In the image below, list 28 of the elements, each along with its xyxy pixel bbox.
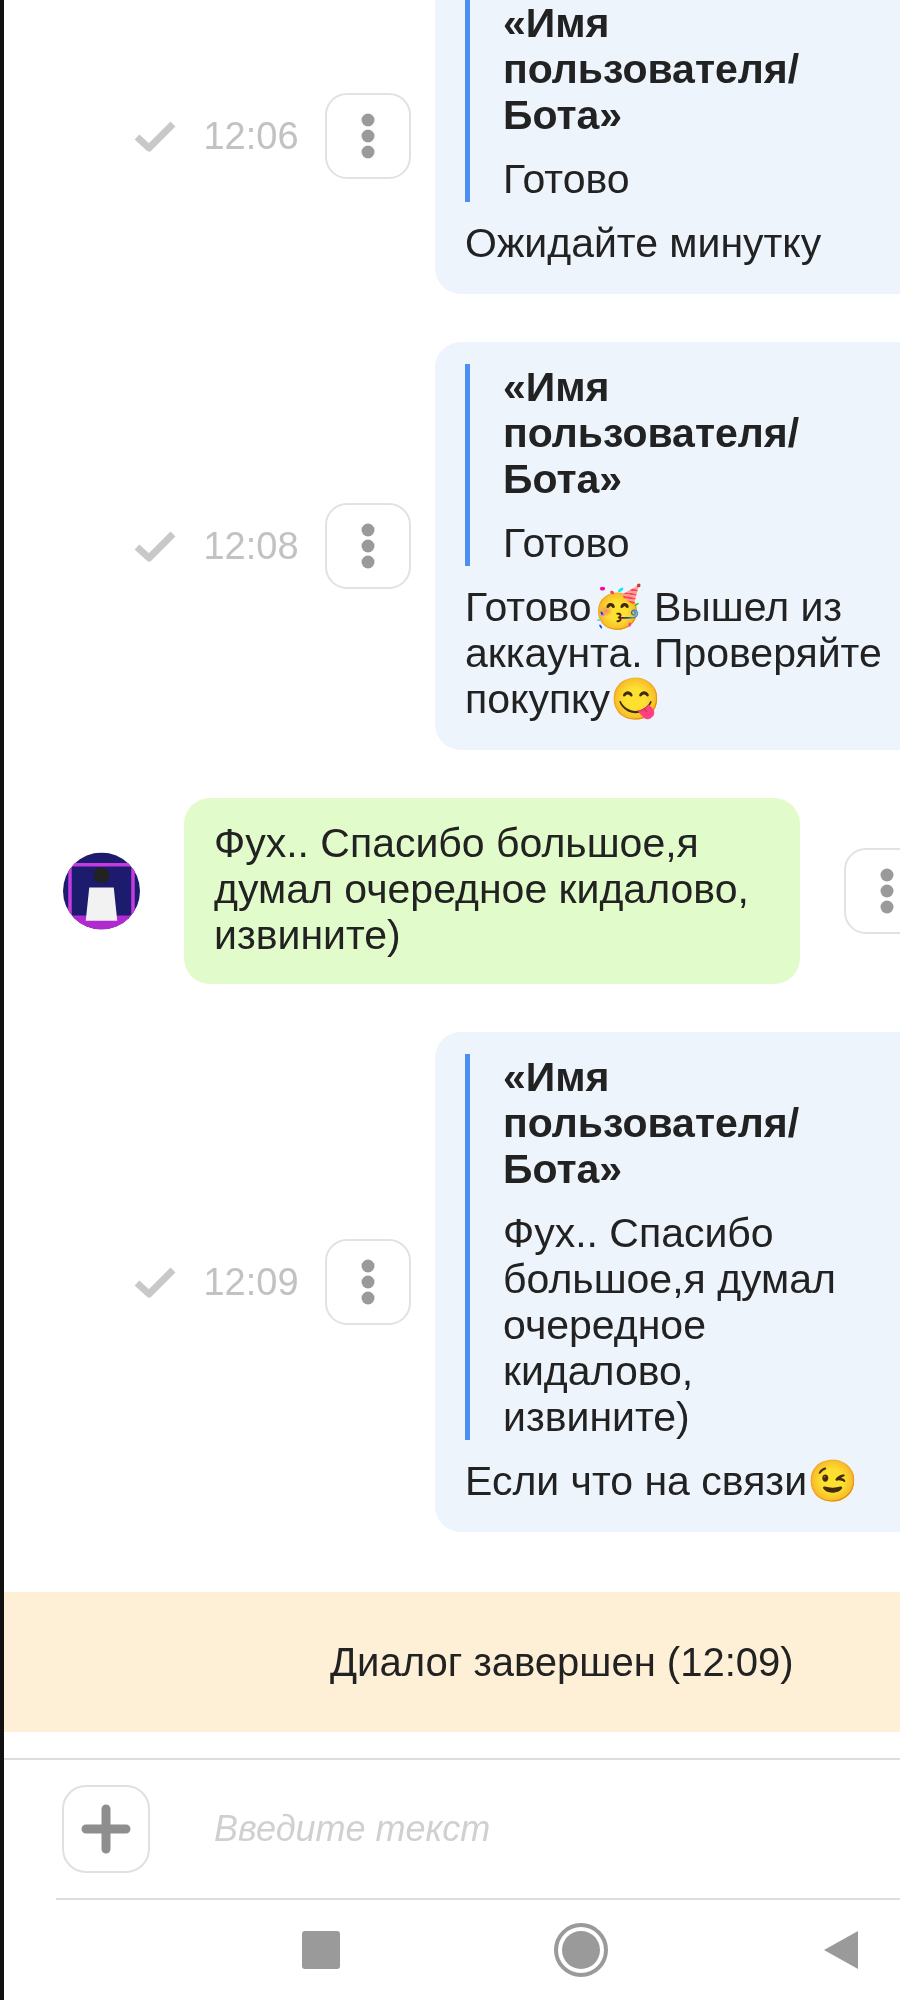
dialog-status-banner: Диалог завершен (12:09)	[4, 1592, 900, 1732]
quote-author: «Имя пользователя/ Бота»	[503, 1054, 801, 1192]
more-icon	[361, 523, 375, 569]
quote-text: Готово	[503, 520, 631, 566]
back-icon	[822, 1929, 860, 1971]
plus-icon	[81, 1804, 131, 1854]
square-icon	[302, 1931, 340, 1969]
message-time: 12:09	[202, 1260, 300, 1304]
back-button[interactable]	[822, 1929, 860, 1971]
home-button[interactable]	[553, 1922, 609, 1978]
message-time: 12:08	[202, 524, 300, 568]
quote-author: «Имя пользователя/ Бота»	[503, 364, 801, 502]
message-menu-button[interactable]	[325, 93, 411, 179]
message-text: Ожидайте минутку	[465, 220, 823, 266]
more-icon	[361, 1259, 375, 1305]
circle-icon	[553, 1922, 609, 1978]
quote-text: Готово	[503, 156, 631, 202]
attach-button[interactable]	[62, 1785, 150, 1873]
message-menu-button[interactable]	[325, 503, 411, 589]
message-time: 12:06	[202, 114, 300, 158]
more-icon	[361, 113, 375, 159]
message-bubble: Фух.. Спасибо большое,я думал очередное кидалово, извините)	[184, 798, 800, 984]
message-text: Если что на связи😉	[465, 1458, 860, 1504]
message-text: Готово🥳 Вышел из аккаунта. Проверяйте покупку😋	[465, 584, 883, 722]
quote-text: Фух.. Спасибо большое,я думал очередное кидалово, извините)	[503, 1210, 838, 1440]
quote-author: «Имя пользователя/ Бота»	[503, 0, 801, 138]
more-icon	[880, 868, 894, 914]
message-menu-button[interactable]	[325, 1239, 411, 1325]
